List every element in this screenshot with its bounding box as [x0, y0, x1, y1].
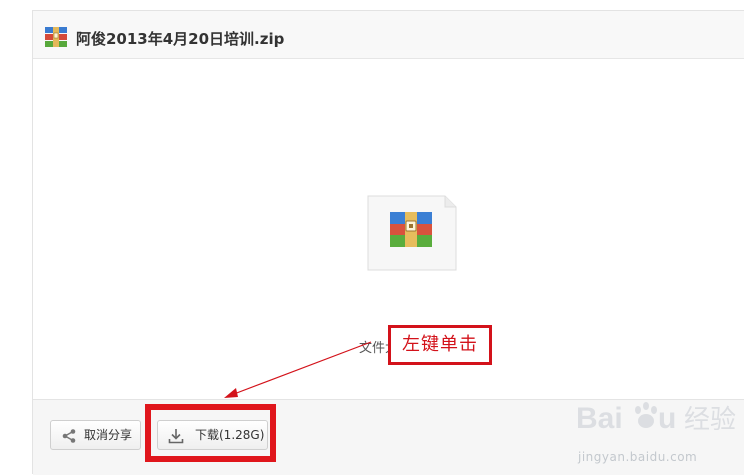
archive-icon — [45, 27, 67, 47]
cancel-share-label: 取消分享 — [84, 428, 133, 442]
share-page-panel: 阿俊2013年4月20日培训.zip 文件大小：1.28G — [32, 10, 744, 475]
file-title: 阿俊2013年4月20日培训.zip — [76, 30, 285, 48]
download-highlight-box — [145, 404, 276, 462]
share-icon — [62, 429, 76, 443]
annotation-callout: 左键单击 — [388, 325, 492, 365]
cancel-share-button[interactable]: 取消分享 — [50, 420, 141, 450]
action-toolbar: 取消分享 下载(1.28G) — [33, 399, 744, 475]
file-thumbnail[interactable] — [367, 195, 457, 271]
file-header: 阿俊2013年4月20日培训.zip — [33, 11, 744, 59]
winrar-archive-icon — [390, 212, 432, 247]
